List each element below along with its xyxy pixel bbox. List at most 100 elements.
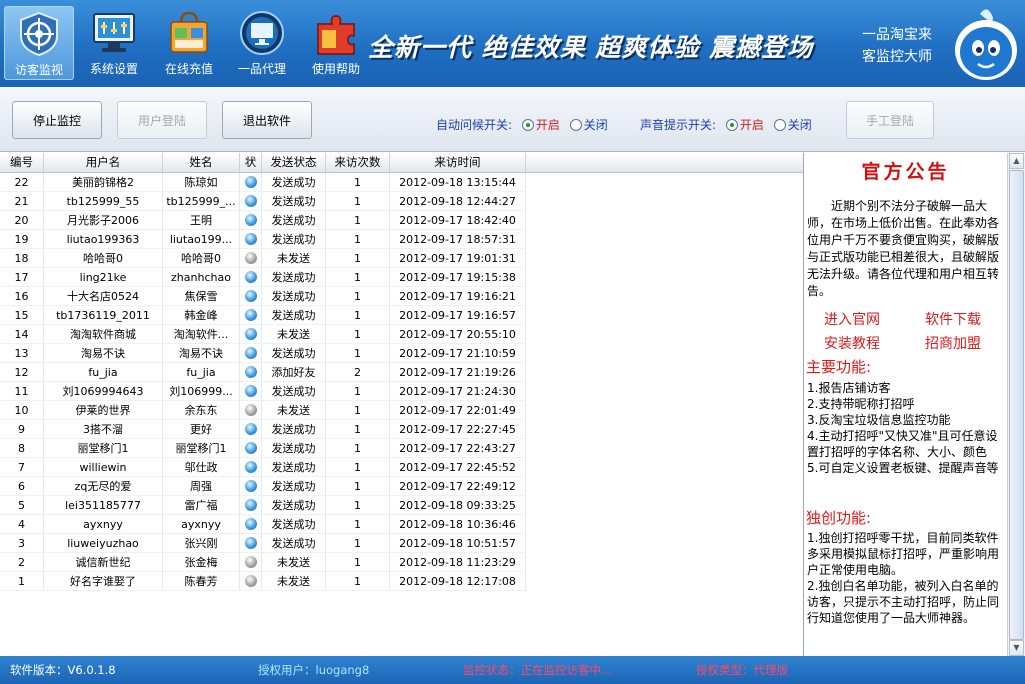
cell-visits: 1 (326, 458, 390, 477)
feature-item: 2.支持带昵称打招呼 (807, 397, 915, 411)
online-status-icon (244, 480, 257, 492)
cell-id: 2 (0, 553, 44, 572)
cell-visit-time: 2012-09-18 09:33:25 (390, 496, 526, 515)
table-row[interactable]: 19 liutao199363 liutao199... 发送成功 1 2012-09-1… (0, 230, 526, 249)
sound-alert-on-label[interactable]: 开启 (740, 118, 764, 132)
manual-login-button[interactable]: 手工登陆 (846, 101, 934, 139)
cell-send-status: 发送成功 (262, 477, 326, 496)
cell-name: 张兴刚 (163, 534, 240, 553)
table-row[interactable]: 21 tb125999_55 tb125999_... 发送成功 1 2012-09-18… (0, 192, 526, 211)
visitor-monitor-button[interactable]: 访客监视 (4, 6, 74, 80)
sound-alert-on-radio[interactable] (725, 119, 738, 131)
table-row[interactable]: 4 ayxnyy ayxnyy 发送成功 1 2012-09-18 10:36:46 (0, 515, 526, 534)
cell-username: liutao199363 (44, 230, 163, 249)
col-header-visit-time[interactable]: 来访时间 (390, 153, 526, 172)
user-login-button[interactable]: 用户登陆 (117, 101, 207, 139)
table-row[interactable]: 10 伊莱的世界 余东东 未发送 1 2012-09-17 22:01:49 (0, 401, 526, 420)
table-row[interactable]: 16 十大名店0524 焦保雪 发送成功 1 2012-09-17 19:16:21 (0, 287, 526, 306)
cell-visit-time: 2012-09-17 19:15:38 (390, 268, 526, 287)
cell-visits: 1 (326, 496, 390, 515)
sound-alert-off-radio[interactable] (773, 119, 786, 131)
table-row[interactable]: 13 淘易不诀 淘易不诀 发送成功 1 2012-09-17 21:10:59 (0, 344, 526, 363)
cell-visit-time: 2012-09-17 19:16:21 (390, 287, 526, 306)
table-row[interactable]: 9 3搭不溜 更好 发送成功 1 2012-09-17 22:27:45 (0, 420, 526, 439)
help-button[interactable]: 使用帮助 (301, 6, 371, 80)
cell-visits: 1 (326, 344, 390, 363)
auto-greet-on-radio[interactable] (521, 119, 534, 131)
scroll-down-arrow-icon[interactable]: ▼ (1009, 640, 1024, 656)
system-settings-button[interactable]: 系统设置 (79, 6, 149, 80)
table-row[interactable]: 14 淘淘软件商城 淘淘软件... 未发送 1 2012-09-17 20:55:10 (0, 325, 526, 344)
cell-visit-time: 2012-09-18 10:51:57 (390, 534, 526, 553)
online-recharge-button[interactable]: 在线充值 (154, 6, 224, 80)
table-row[interactable]: 11 刘1069994643 刘106999... 发送成功 1 2012-09-17 2… (0, 382, 526, 401)
cell-visit-time: 2012-09-17 22:01:49 (390, 401, 526, 420)
table-row[interactable]: 20 月光影子2006 王明 发送成功 1 2012-09-17 18:42:40 (0, 211, 526, 230)
visitor-table: 编号 用户名 姓名 状 发送状态 来访次数 来访时间 22 美丽韵锦格2 陈琼如 发送… (0, 153, 804, 656)
auto-greet-off-label[interactable]: 关闭 (584, 118, 608, 132)
table-row[interactable]: 7 williewin 邬仕政 发送成功 1 2012-09-17 22:45:52 (0, 458, 526, 477)
col-header-name[interactable]: 姓名 (163, 153, 240, 172)
online-status-icon (244, 385, 257, 397)
exit-app-button[interactable]: 退出软件 (222, 101, 312, 139)
online-status-icon (244, 518, 257, 530)
notice-title: 官方公告 (861, 161, 950, 183)
col-header-visits[interactable]: 来访次数 (326, 153, 390, 172)
cell-visit-time: 2012-09-17 21:19:26 (390, 363, 526, 382)
cell-send-status: 未发送 (262, 249, 326, 268)
cell-send-status: 未发送 (262, 572, 326, 591)
action-toolbar: 停止监控 用户登陆 退出软件 自动问候开关: 开启 关闭 声音提示开关: 开启 … (0, 87, 1025, 152)
auto-greet-off-radio[interactable] (569, 119, 582, 131)
cell-status (240, 553, 262, 572)
offline-status-icon (244, 404, 257, 416)
table-row[interactable]: 2 诚信新世纪 张金梅 未发送 1 2012-09-18 11:23:29 (0, 553, 526, 572)
table-row[interactable]: 18 哈哈哥0 哈哈哥0 未发送 1 2012-09-17 19:01:31 (0, 249, 526, 268)
sound-alert-off-label[interactable]: 关闭 (788, 118, 812, 132)
stop-monitor-button[interactable]: 停止监控 (12, 101, 102, 139)
link-official-site[interactable]: 进入官网 (824, 309, 880, 329)
table-row[interactable]: 22 美丽韵锦格2 陈琼如 发送成功 1 2012-09-18 13:15:44 (0, 173, 526, 192)
cell-status (240, 496, 262, 515)
cell-id: 6 (0, 477, 44, 496)
table-row[interactable]: 6 zq无尽的爱 周强 发送成功 1 2012-09-17 22:49:12 (0, 477, 526, 496)
table-row[interactable]: 8 丽堂移门1 丽堂移门1 发送成功 1 2012-09-17 22:43:27 (0, 439, 526, 458)
agent-button[interactable]: 一品代理 (227, 6, 297, 80)
cell-name: fu_jia (163, 363, 240, 382)
scroll-up-arrow-icon[interactable]: ▲ (1009, 153, 1024, 169)
cell-name: 丽堂移门1 (163, 439, 240, 458)
offline-status-icon (244, 556, 257, 568)
link-install-guide[interactable]: 安装教程 (824, 333, 880, 353)
cell-name: 刘106999... (163, 382, 240, 401)
sound-alert-toggle: 声音提示开关: 开启 关闭 (640, 116, 812, 133)
cell-visits: 1 (326, 477, 390, 496)
col-header-send-status[interactable]: 发送状态 (262, 153, 326, 172)
cell-visits: 1 (326, 382, 390, 401)
col-header-username[interactable]: 用户名 (44, 153, 163, 172)
online-status-icon (244, 233, 257, 245)
cell-name: 陈琼如 (163, 173, 240, 192)
table-row[interactable]: 15 tb1736119_2011 韩金峰 发送成功 1 2012-09-17 19:16… (0, 306, 526, 325)
col-header-id[interactable]: 编号 (0, 153, 44, 172)
cell-send-status: 未发送 (262, 553, 326, 572)
table-row[interactable]: 17 ling21ke zhanhchao 发送成功 1 2012-09-17 19:15… (0, 268, 526, 287)
notice-scrollbar[interactable]: ▲ ▼ (1007, 153, 1025, 656)
cell-username: 月光影子2006 (44, 211, 163, 230)
system-settings-label: 系统设置 (89, 62, 138, 76)
link-partner-recruit[interactable]: 招商加盟 (925, 333, 981, 353)
help-label: 使用帮助 (311, 62, 360, 76)
table-row[interactable]: 5 lei351185777 雷广福 发送成功 1 2012-09-18 09:33:25 (0, 496, 526, 515)
link-software-download[interactable]: 软件下载 (925, 309, 981, 329)
table-row[interactable]: 12 fu_jia fu_jia 添加好友 2 2012-09-17 21:19:26 (0, 363, 526, 382)
table-row[interactable]: 3 liuweiyuzhao 张兴刚 发送成功 1 2012-09-18 10:51:57 (0, 534, 526, 553)
cell-username: 哈哈哥0 (44, 249, 163, 268)
cell-send-status: 发送成功 (262, 306, 326, 325)
cell-visits: 1 (326, 211, 390, 230)
table-row[interactable]: 1 好名字谁娶了 陈春芳 未发送 1 2012-09-18 12:17:08 (0, 572, 526, 591)
cell-visit-time: 2012-09-17 19:16:57 (390, 306, 526, 325)
col-header-status[interactable]: 状 (240, 153, 262, 172)
online-status-icon (244, 347, 257, 359)
cell-visits: 1 (326, 268, 390, 287)
scroll-thumb[interactable] (1009, 170, 1024, 640)
auto-greet-on-label[interactable]: 开启 (536, 118, 560, 132)
cell-username: 好名字谁娶了 (44, 572, 163, 591)
